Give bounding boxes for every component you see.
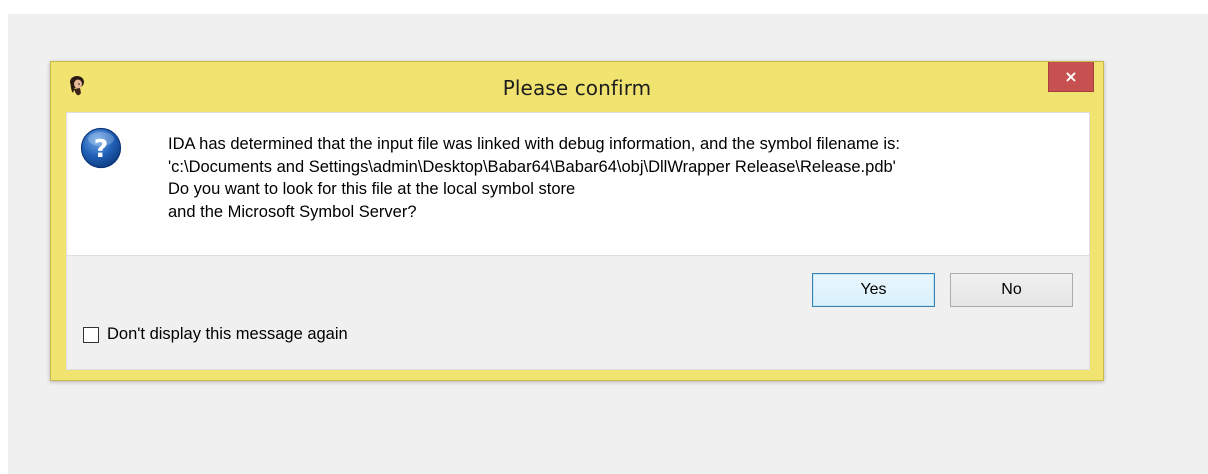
title-bar[interactable]: Please confirm × <box>51 62 1103 112</box>
message-line: IDA has determined that the input file w… <box>168 135 900 153</box>
question-icon: ? <box>80 127 122 169</box>
message-area: ? IDA has determined that the input file… <box>67 113 1089 256</box>
svg-text:?: ? <box>94 134 109 163</box>
message-line: and the Microsoft Symbol Server? <box>168 202 417 221</box>
dialog-content: ? IDA has determined that the input file… <box>66 112 1090 370</box>
yes-button[interactable]: Yes <box>812 273 935 307</box>
no-button[interactable]: No <box>950 273 1073 307</box>
dont-display-again-checkbox[interactable] <box>83 326 99 343</box>
message-line: Do you want to look for this file at the… <box>168 180 576 198</box>
dont-display-again-option[interactable]: Don't display this message again <box>83 325 348 344</box>
close-icon: × <box>1064 66 1078 86</box>
message-text: IDA has determined that the input file w… <box>168 133 900 223</box>
dialog-title: Please confirm <box>502 76 652 100</box>
close-button[interactable]: × <box>1048 62 1094 92</box>
checkbox-label: Don't display this message again <box>107 325 348 343</box>
confirm-dialog: Please confirm × ? IDA has determined th… <box>50 61 1104 381</box>
message-line-path: 'c:\Documents and Settings\admin\Desktop… <box>168 157 896 176</box>
